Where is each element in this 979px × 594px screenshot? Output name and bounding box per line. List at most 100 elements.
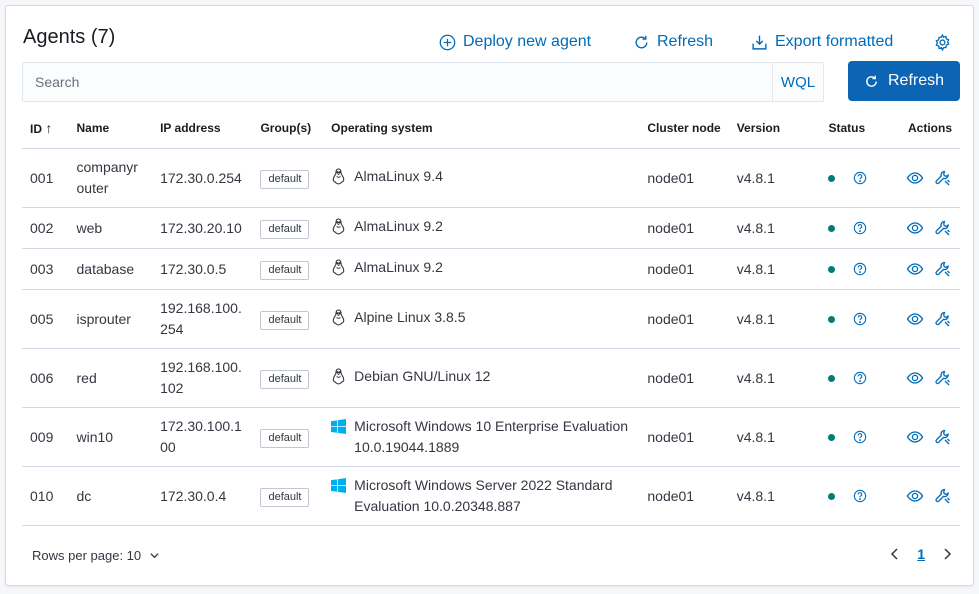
view-agent-eye-icon[interactable] — [906, 310, 924, 328]
column-header-actions: Actions — [881, 108, 960, 149]
linux-tux-icon — [331, 216, 346, 241]
cell-actions — [889, 428, 952, 446]
view-agent-eye-icon[interactable] — [906, 487, 924, 505]
cell-version: v4.8.1 — [728, 466, 821, 526]
cell-version: v4.8.1 — [728, 289, 821, 349]
cell-status — [828, 489, 873, 503]
help-icon[interactable] — [853, 221, 867, 235]
search-input[interactable] — [23, 63, 772, 101]
cell-name: isprouter — [68, 289, 153, 349]
cell-name: companyrouter — [68, 148, 153, 208]
table-row[interactable]: 001 companyrouter 172.30.0.254 default AlmaL… — [22, 148, 960, 208]
windows-icon — [331, 416, 347, 441]
wql-toggle[interactable]: WQL — [772, 63, 823, 101]
column-header-cluster-node[interactable]: Cluster node — [639, 108, 729, 149]
os-label: AlmaLinux 9.4 — [354, 167, 443, 184]
cell-name: win10 — [68, 407, 153, 467]
chevron-down-icon — [150, 553, 159, 559]
configure-agent-wrench-icon[interactable] — [934, 428, 952, 446]
table-row[interactable]: 010 dc 172.30.0.4 default Microsoft Windows … — [22, 466, 960, 526]
cell-name: database — [68, 248, 153, 290]
configure-agent-wrench-icon[interactable] — [934, 260, 952, 278]
configure-agent-wrench-icon[interactable] — [934, 310, 952, 328]
cell-id: 002 — [22, 207, 69, 249]
help-icon[interactable] — [853, 262, 867, 276]
help-icon[interactable] — [853, 312, 867, 326]
help-icon[interactable] — [853, 489, 867, 503]
table-row[interactable]: 003 database 172.30.0.5 default AlmaLinux 9.… — [22, 248, 960, 290]
view-agent-eye-icon[interactable] — [906, 219, 924, 237]
cell-id: 003 — [22, 248, 69, 290]
configure-agent-wrench-icon[interactable] — [934, 487, 952, 505]
group-badge[interactable]: default — [260, 370, 310, 389]
cell-cluster-node: node01 — [639, 407, 729, 467]
cell-operating-system: AlmaLinux 9.2 — [331, 257, 631, 282]
column-header-version[interactable]: Version — [728, 108, 821, 149]
column-header-name[interactable]: Name — [68, 108, 153, 149]
page-number-button[interactable]: 1 — [917, 546, 925, 562]
pagination: 1 — [889, 546, 953, 562]
cell-version: v4.8.1 — [728, 207, 821, 249]
help-icon[interactable] — [853, 430, 867, 444]
windows-icon — [331, 475, 347, 500]
configure-agent-wrench-icon[interactable] — [934, 169, 952, 187]
cell-version: v4.8.1 — [728, 348, 821, 408]
header-refresh-button[interactable]: Refresh — [633, 33, 713, 51]
group-badge[interactable]: default — [260, 429, 310, 448]
column-header-operating-system[interactable]: Operating system — [323, 108, 640, 149]
group-badge[interactable]: default — [260, 220, 310, 239]
cell-version: v4.8.1 — [728, 148, 821, 208]
column-header-ip-address[interactable]: IP address — [152, 108, 253, 149]
configure-agent-wrench-icon[interactable] — [934, 369, 952, 387]
cell-name: dc — [68, 466, 153, 526]
rows-per-page-select[interactable]: Rows per page: 10 — [32, 548, 160, 563]
agents-panel: Agents (7) Deploy new agent Refresh Expo… — [5, 5, 974, 586]
configure-agent-wrench-icon[interactable] — [934, 219, 952, 237]
cell-status — [828, 371, 873, 385]
chevron-right-icon — [944, 548, 952, 560]
column-header-status[interactable]: Status — [820, 108, 882, 149]
cell-id: 001 — [22, 148, 69, 208]
table-row[interactable]: 006 red 192.168.100.102 default Debian GNU/L… — [22, 348, 960, 408]
view-agent-eye-icon[interactable] — [906, 428, 924, 446]
cell-ip-address: 172.30.0.4 — [152, 466, 253, 526]
view-agent-eye-icon[interactable] — [906, 369, 924, 387]
os-label: AlmaLinux 9.2 — [354, 217, 443, 234]
group-badge[interactable]: default — [260, 261, 310, 280]
export-formatted-button[interactable]: Export formatted — [751, 33, 893, 51]
help-icon[interactable] — [853, 371, 867, 385]
group-badge[interactable]: default — [260, 170, 310, 189]
cell-cluster-node: node01 — [639, 348, 729, 408]
table-row[interactable]: 009 win10 172.30.100.100 default Microsoft W… — [22, 407, 960, 467]
cell-operating-system: AlmaLinux 9.4 — [331, 166, 631, 191]
cell-ip-address: 172.30.0.254 — [152, 148, 253, 208]
deploy-new-agent-button[interactable]: Deploy new agent — [439, 33, 591, 51]
view-agent-eye-icon[interactable] — [906, 169, 924, 187]
cell-ip-address: 192.168.100.102 — [152, 348, 253, 408]
column-header-groups[interactable]: Group(s) — [252, 108, 324, 149]
cell-operating-system: Alpine Linux 3.8.5 — [331, 307, 631, 332]
cell-id: 005 — [22, 289, 69, 349]
column-header-id[interactable]: ID ↑ — [22, 108, 69, 149]
cell-name: web — [68, 207, 153, 249]
status-active-dot — [828, 492, 836, 500]
next-page-button[interactable] — [941, 547, 953, 561]
cell-actions — [889, 310, 952, 328]
cell-operating-system: Microsoft Windows Server 2022 Standard E… — [331, 475, 631, 517]
linux-tux-icon — [331, 307, 346, 332]
view-agent-eye-icon[interactable] — [906, 260, 924, 278]
help-icon[interactable] — [853, 171, 867, 185]
page-title: Agents (7) — [23, 26, 116, 48]
refresh-icon — [866, 75, 877, 87]
group-badge[interactable]: default — [260, 311, 310, 330]
previous-page-button[interactable] — [889, 547, 901, 561]
settings-button[interactable] — [934, 34, 951, 51]
table-row[interactable]: 005 isprouter 192.168.100.254 default Alpine… — [22, 289, 960, 349]
cell-name: red — [68, 348, 153, 408]
table-row[interactable]: 002 web 172.30.20.10 default AlmaLinux 9.2 no… — [22, 207, 960, 249]
os-label: Microsoft Windows 10 Enterprise Evaluati… — [354, 418, 629, 455]
refresh-button[interactable]: Refresh — [848, 61, 960, 101]
os-label: Microsoft Windows Server 2022 Standard E… — [354, 477, 613, 514]
group-badge[interactable]: default — [260, 488, 310, 507]
status-active-dot — [828, 265, 836, 273]
